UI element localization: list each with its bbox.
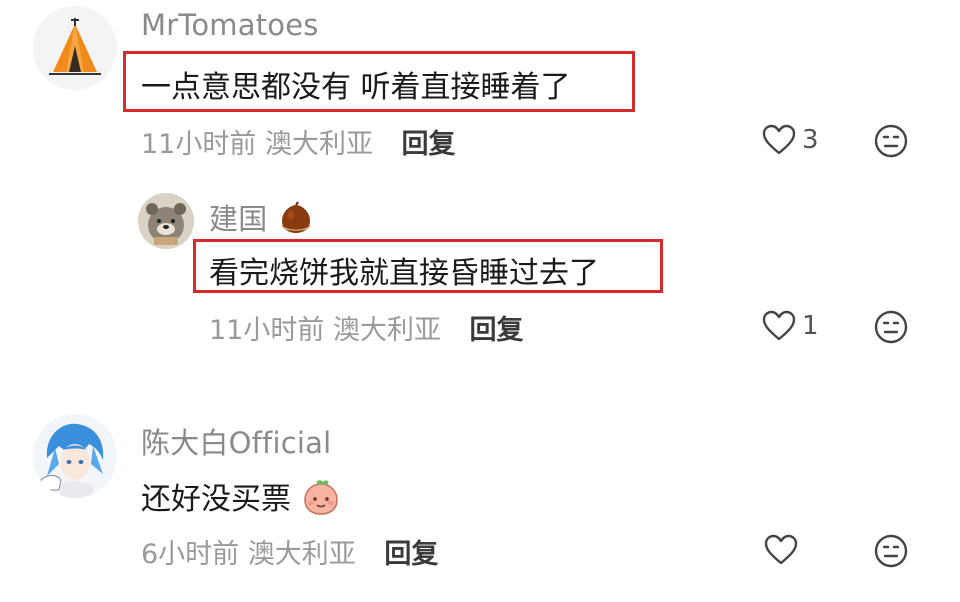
avatar[interactable]	[33, 414, 117, 498]
comment-time: 11小时前	[141, 129, 257, 160]
reply-button[interactable]: 回复	[402, 129, 456, 160]
reply-meta: 11小时前 澳大利亚 回复	[209, 308, 524, 347]
reply-button[interactable]: 回复	[470, 315, 524, 346]
dislike-button[interactable]	[874, 124, 908, 158]
reply-text: 看完烧饼我就直接昏睡过去了	[209, 256, 599, 291]
chestnut-emoji-icon	[281, 201, 310, 233]
dislike-button[interactable]	[874, 310, 908, 344]
reply-time: 11小时前	[209, 315, 325, 346]
comment-username[interactable]: MrTomatoes	[141, 8, 319, 42]
like-count: 1	[802, 311, 819, 341]
comment-item: MrTomatoes 一点意思都没有 听着直接睡着了 11小时前 澳大利亚 回复…	[0, 0, 960, 180]
like-count: 3	[802, 125, 819, 155]
comment-meta: 11小时前 澳大利亚 回复	[141, 122, 456, 161]
comment-item: 陈大白Official 还好没买票 6小时前 澳大利亚 回复	[0, 400, 960, 602]
avatar[interactable]	[33, 6, 117, 90]
comment-location: 澳大利亚	[264, 129, 373, 160]
comment-meta: 6小时前 澳大利亚 回复	[141, 532, 438, 571]
comment-text-value: 还好没买票	[141, 482, 291, 517]
heart-outline-icon	[762, 310, 796, 341]
avatar[interactable]	[138, 193, 194, 249]
neutral-face-icon	[874, 124, 908, 158]
bear-avatar-icon	[138, 193, 194, 249]
peach-face-emoji-icon	[303, 479, 338, 515]
neutral-face-icon	[874, 534, 908, 568]
comment-text: 一点意思都没有 听着直接睡着了	[141, 70, 571, 105]
like-button[interactable]	[764, 534, 804, 566]
like-button[interactable]: 1	[762, 310, 819, 342]
heart-outline-icon	[764, 534, 798, 565]
reply-item: 建国 看完烧饼我就直接昏睡过去了 11小时前 澳大利亚 回复 1	[0, 180, 960, 380]
dislike-button[interactable]	[874, 534, 908, 568]
reply-location: 澳大利亚	[332, 315, 441, 346]
anime-avatar-icon	[33, 414, 117, 498]
comment-location: 澳大利亚	[247, 539, 356, 570]
comment-username[interactable]: 陈大白Official	[141, 420, 331, 462]
heart-outline-icon	[762, 124, 796, 155]
comment-time: 6小时前	[141, 539, 240, 570]
like-button[interactable]: 3	[762, 124, 819, 156]
reply-username[interactable]: 建国	[209, 196, 313, 238]
reply-button[interactable]: 回复	[384, 539, 438, 570]
tent-avatar-icon	[33, 6, 117, 90]
comment-text: 还好没买票	[141, 474, 339, 518]
neutral-face-icon	[874, 310, 908, 344]
reply-username-text: 建国	[209, 202, 268, 236]
